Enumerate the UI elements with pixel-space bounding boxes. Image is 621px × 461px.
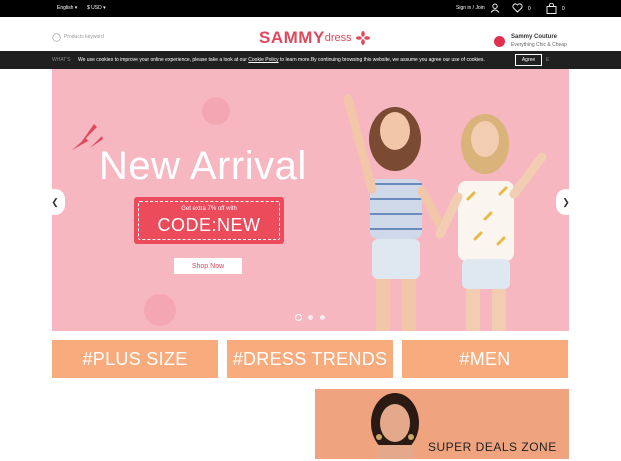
slide-dot[interactable] <box>320 315 325 320</box>
hero-models-image <box>343 94 547 331</box>
category-tile-dress-trends[interactable]: #DRESS TRENDS <box>227 340 393 378</box>
search-icon[interactable] <box>52 33 61 42</box>
language-label: English <box>57 5 74 11</box>
deals-model-image <box>371 393 419 459</box>
slide-dot[interactable] <box>308 315 313 320</box>
top-bar: English ▾ $ USD ▾ Sign in / Join 0 0 <box>0 0 621 17</box>
promo-offer-text: Get extra 7% off with <box>181 206 237 212</box>
site-logo[interactable]: SAMMYdress <box>259 28 371 48</box>
logo-brand: SAMMY <box>259 28 325 47</box>
currency-selector[interactable]: $ USD ▾ <box>87 5 106 11</box>
cookie-banner: WHAT'S We use cookies to improve your on… <box>0 51 621 69</box>
shopping-bag-icon[interactable] <box>546 3 557 14</box>
chevron-left-icon: ❮ <box>51 197 59 207</box>
search-input[interactable] <box>64 32 154 42</box>
nav-behind-text: WHAT'S <box>52 57 71 63</box>
user-icon[interactable] <box>490 3 500 13</box>
cookie-message-start: We use cookies to improve your online ex… <box>78 57 249 63</box>
wishlist-count: 0 <box>528 6 531 12</box>
chevron-right-icon: ❯ <box>562 197 570 207</box>
heart-icon[interactable] <box>512 3 523 13</box>
signin-link[interactable]: Sign in / Join <box>456 5 485 11</box>
cookie-message: We use cookies to improve your online ex… <box>78 57 485 63</box>
prev-slide-button[interactable]: ❮ <box>45 189 65 215</box>
cookie-policy-link[interactable]: Cookie Policy <box>248 57 278 63</box>
shop-now-button[interactable]: Shop Now <box>174 258 242 274</box>
hero-banner[interactable]: New Arrival Get extra 7% off with CODE:N… <box>52 69 569 331</box>
category-tile-plus-size[interactable]: #PLUS SIZE <box>52 340 218 378</box>
couture-logo-icon <box>494 36 505 47</box>
slide-dot-active[interactable] <box>295 314 302 321</box>
super-deals-banner[interactable]: SUPER DEALS ZONE <box>315 389 569 459</box>
category-tile-men[interactable]: #MEN <box>402 340 568 378</box>
page: English ▾ $ USD ▾ Sign in / Join 0 0 SAM… <box>0 0 621 461</box>
couture-tagline: Everything Chic & Cheap <box>511 42 567 48</box>
agree-button[interactable]: Agree <box>515 54 542 66</box>
logo-suffix: dress <box>324 32 352 44</box>
promo-code-box: Get extra 7% off with CODE:NEW <box>134 197 284 244</box>
couture-name: Sammy Couture <box>511 34 558 40</box>
promo-code: CODE:NEW <box>157 215 261 235</box>
cookie-message-end: to learn more.By continuing browsing thi… <box>278 57 485 63</box>
super-deals-label: SUPER DEALS ZONE <box>428 440 557 454</box>
decor-bubble <box>202 97 230 125</box>
language-selector[interactable]: English ▾ <box>57 5 77 11</box>
bag-count: 0 <box>562 6 565 12</box>
flower-icon <box>356 31 371 45</box>
nav-behind-text-right: E <box>546 57 550 63</box>
next-slide-button[interactable]: ❯ <box>556 189 576 215</box>
hero-title: New Arrival <box>99 144 307 188</box>
decor-bubble <box>144 294 176 326</box>
currency-label: $ USD <box>87 5 102 11</box>
